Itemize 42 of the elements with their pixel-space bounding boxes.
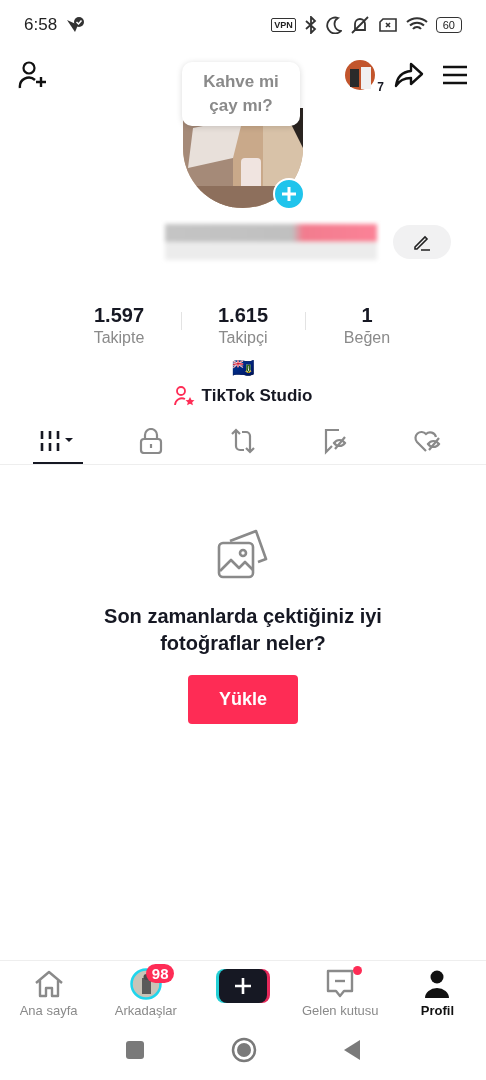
empty-message: Son zamanlarda çektiğiniz iyi fotoğraflar neler? <box>103 604 383 656</box>
notification-icon <box>65 17 86 33</box>
stat-value: 1.597 <box>93 304 145 327</box>
photos-icon <box>216 527 270 581</box>
studio-link[interactable]: TikTok Studio <box>201 386 313 406</box>
stat-value: 1 <box>361 304 373 327</box>
clock-time: 6:58 <box>24 15 58 35</box>
stat-label: Takipte <box>93 329 145 347</box>
stat-label: Takipçi <box>218 329 268 347</box>
story-count: 7 <box>377 80 384 94</box>
add-friend-icon[interactable] <box>18 61 48 89</box>
muted-bell-icon <box>349 16 370 34</box>
back-button[interactable] <box>343 1039 361 1061</box>
home-icon <box>33 970 64 998</box>
pencil-icon <box>412 233 431 251</box>
lock-icon <box>138 428 163 454</box>
nav-tab[interactable]: Ana sayfa <box>0 961 98 1025</box>
heart-hidden-icon <box>412 428 443 454</box>
recents-button[interactable] <box>125 1040 145 1060</box>
flag-emoji: 🇻🇬 <box>232 357 254 378</box>
profile-icon <box>424 970 451 998</box>
creator-icon <box>173 386 196 406</box>
nav-tab[interactable]: Profil <box>388 961 486 1025</box>
story-avatar[interactable] <box>344 59 376 91</box>
menu-icon[interactable] <box>442 64 468 86</box>
count-badge: 98 <box>145 964 175 983</box>
battery-indicator: 60 <box>435 17 462 33</box>
upload-button[interactable]: Yükle <box>188 675 298 724</box>
share-icon[interactable] <box>394 62 424 88</box>
no-sim-icon <box>377 17 398 33</box>
edit-button[interactable] <box>392 225 451 259</box>
moon-icon <box>325 16 342 34</box>
home-button[interactable] <box>231 1037 257 1063</box>
stat-value: 1.615 <box>217 304 269 327</box>
nav-tab[interactable]: Gelen kutusu <box>291 961 389 1025</box>
vpn-indicator: VPN <box>271 18 296 32</box>
nav-tab[interactable]: 98 Arkadaşlar <box>97 961 195 1025</box>
bluetooth-icon <box>303 16 318 34</box>
plus-icon <box>216 969 270 1003</box>
speech-bubble: Kahve mi çay mı? <box>182 62 300 126</box>
inbox-icon <box>326 969 355 999</box>
stat-label: Beğen <box>343 329 391 347</box>
